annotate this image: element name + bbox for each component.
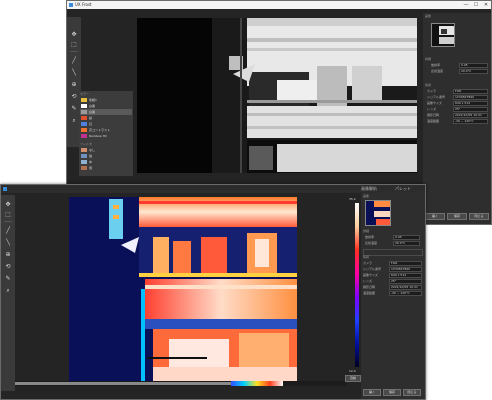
rotate-tool-icon[interactable]: ⟲ [70,93,78,101]
palette-swatch [81,98,87,102]
close-button[interactable]: ✕ [481,1,491,9]
line-tool-icon[interactable]: ╲ [70,69,78,77]
emissivity-row: 放射率 0.95 [365,235,423,240]
search-tool-icon[interactable]: ⌕ [4,287,12,295]
reflected-temp-row: 反射温度 20.0°C [431,69,489,74]
search-tool-icon[interactable]: ⌕ [70,117,78,125]
brush-tool-icon[interactable]: ✎ [4,275,12,283]
info-row: カメラ FLIR [363,261,423,266]
save-button[interactable]: 保存 [447,213,467,220]
palette-list-panel: カラー 色相1 白黒 白黒 鉄 虹 高コントラスト Rainbow HC フィル… [79,91,133,176]
zoom-tool-icon[interactable]: ⊕ [4,251,12,259]
info-row: 温度範囲 -20 ~ 120°C [427,119,489,124]
maximize-button[interactable]: ☐ [471,1,481,9]
filter-swatch [81,166,87,170]
emissivity-field[interactable]: 0.95 [393,235,420,240]
open-button[interactable]: 開く [425,213,445,220]
palette-strip [231,381,283,386]
color-scale-bar [355,203,359,367]
close-panel-button[interactable]: 閉じる [469,213,489,220]
minimize-button[interactable]: — [461,1,471,9]
app-icon [69,3,73,7]
info-row: 撮影日時 2021/10/05 10:21 [363,285,423,290]
info-row: シリアル番号 1234567890 [363,267,423,272]
palette-swatch [81,128,87,132]
scroll-track-fill [15,382,231,385]
window-title: 画像解析 [361,186,377,191]
reflected-temp-field[interactable]: 20.0°C [459,69,488,74]
ironbow-thermal-image [69,197,297,381]
top-right-label: パレット [395,186,411,191]
filter-swatch [81,148,87,152]
brush-tool-icon[interactable]: ✎ [70,105,78,113]
image-thumbnail[interactable] [365,200,391,226]
palette-swatch [81,122,87,126]
info-row: シリアル番号 1234567890 [427,95,489,100]
thermal-image-canvas[interactable] [69,197,297,381]
details-header: 詳細 [363,229,370,233]
emissivity-field[interactable]: 0.95 [459,63,488,68]
toolbar-divider [70,51,78,52]
info-row: 撮影日時 2021/10/05 10:21 [427,113,489,118]
palette-item[interactable]: Rainbow HC [80,133,132,139]
filter-swatch [81,154,87,158]
info-row: レンズ 25° [427,107,489,112]
pointer-tool-icon[interactable]: ✥ [70,31,78,39]
toolbar-divider [4,221,12,222]
line-tool-icon[interactable]: ╱ [70,57,78,65]
reflected-temp-row: 反射温度 20.0°C [365,241,423,246]
palette-swatch [81,110,87,114]
line-tool-icon[interactable]: ╱ [4,227,12,235]
open-button[interactable]: 開く [363,389,381,396]
image-thumbnail[interactable] [431,23,455,47]
details-header: 詳細 [425,57,432,61]
range-auto-button[interactable]: 自動 [345,375,361,382]
crop-tool-icon[interactable]: ⬚ [4,211,12,219]
title-bar[interactable]: UX Frost — ☐ ✕ [67,1,491,9]
line-tool-icon[interactable]: ╲ [4,239,12,247]
info-row: 画像サイズ 640 x 512 [427,101,489,106]
info-row: カメラ FLIR [427,89,489,94]
info-row: レンズ 25° [363,279,423,284]
info-header: 情報 [363,255,370,259]
color-thermal-window: 画像解析 パレット ✥ ⬚ ╱ ╲ ⊕ ⟲ ✎ ⌕ 35.2 12.4 自動 画… [0,184,426,400]
window-title: UX Frost [75,2,92,7]
panel-top-label: 画像 [363,194,370,198]
palette-swatch [81,116,87,120]
filter-swatch [81,160,87,164]
panel-top-label: 画像 [425,14,432,18]
grayscale-thermal-image [137,18,417,173]
rotate-tool-icon[interactable]: ⟲ [4,263,12,271]
scale-min-label: 12.4 [349,369,356,373]
palette-swatch [81,134,87,138]
filter-item[interactable]: 弱 [80,165,132,171]
info-header: 情報 [425,83,432,87]
info-row: 画像サイズ 640 x 512 [363,273,423,278]
tool-bar: ✥ ⬚ ╱ ╲ ⊕ ⟲ ✎ ⌕ [1,195,15,391]
pointer-tool-icon[interactable]: ✥ [4,201,12,209]
app-icon [3,187,7,191]
title-bar[interactable]: 画像解析 パレット [1,185,425,193]
thumbnail-image [366,201,390,225]
crop-tool-icon[interactable]: ⬚ [70,41,78,49]
horizontal-scrollbar[interactable] [15,381,347,386]
emissivity-row: 放射率 0.95 [431,63,489,68]
info-row: 温度範囲 -20 ~ 120°C [363,291,423,296]
scale-max-label: 35.2 [349,197,356,201]
palette-swatch [81,104,87,108]
properties-panel: 画像 詳細 放射率 0.95 反射温度 20.0°C 情報 カメラ FLIR シリ… [423,13,491,224]
zoom-tool-icon[interactable]: ⊕ [70,81,78,89]
save-button[interactable]: 保存 [383,389,401,396]
properties-panel: 画像 詳細 放射率 0.95 反射温度 20.0°C 情報 カメラ FLIR シリ… [361,193,425,399]
close-panel-button[interactable]: 閉じる [403,389,421,396]
thumbnail-image [432,24,454,46]
thermal-image-canvas[interactable] [137,18,417,173]
reflected-temp-field[interactable]: 20.0°C [393,241,420,246]
